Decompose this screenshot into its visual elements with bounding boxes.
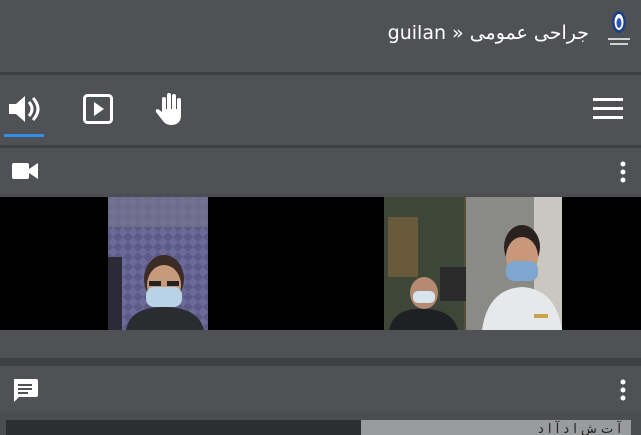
video-panel-header xyxy=(0,148,641,194)
raise-hand-icon xyxy=(155,93,181,125)
chat-panel-header xyxy=(0,366,641,412)
participant-2-image xyxy=(384,197,562,330)
panel-divider xyxy=(0,358,641,366)
video-panel-more-icon[interactable] xyxy=(619,160,627,184)
app-header: guilan » جراحی عمومی xyxy=(0,0,641,72)
participant-video-1[interactable] xyxy=(108,197,208,330)
play-icon xyxy=(83,94,113,124)
video-footer xyxy=(0,330,641,358)
chat-icon xyxy=(14,379,38,402)
main-menu-button[interactable] xyxy=(588,89,628,129)
speaker-icon xyxy=(9,96,40,122)
chat-messages: آ ت ش ا د آ ا د xyxy=(6,420,631,435)
video-camera-icon xyxy=(12,163,38,179)
media-play-button[interactable] xyxy=(78,89,118,129)
audio-button[interactable] xyxy=(4,89,44,137)
participant-1-image xyxy=(108,197,208,330)
raise-hand-button[interactable] xyxy=(150,89,190,129)
participant-video-2[interactable] xyxy=(384,197,562,330)
toolbar xyxy=(0,75,641,145)
chat-message: آ ت ش ا د آ ا د xyxy=(361,420,631,435)
hamburger-menu-icon xyxy=(593,98,623,119)
page-title: guilan » جراحی عمومی xyxy=(387,22,589,44)
video-area xyxy=(0,197,641,330)
chat-panel-more-icon[interactable] xyxy=(619,378,627,402)
university-logo-icon xyxy=(608,11,630,45)
